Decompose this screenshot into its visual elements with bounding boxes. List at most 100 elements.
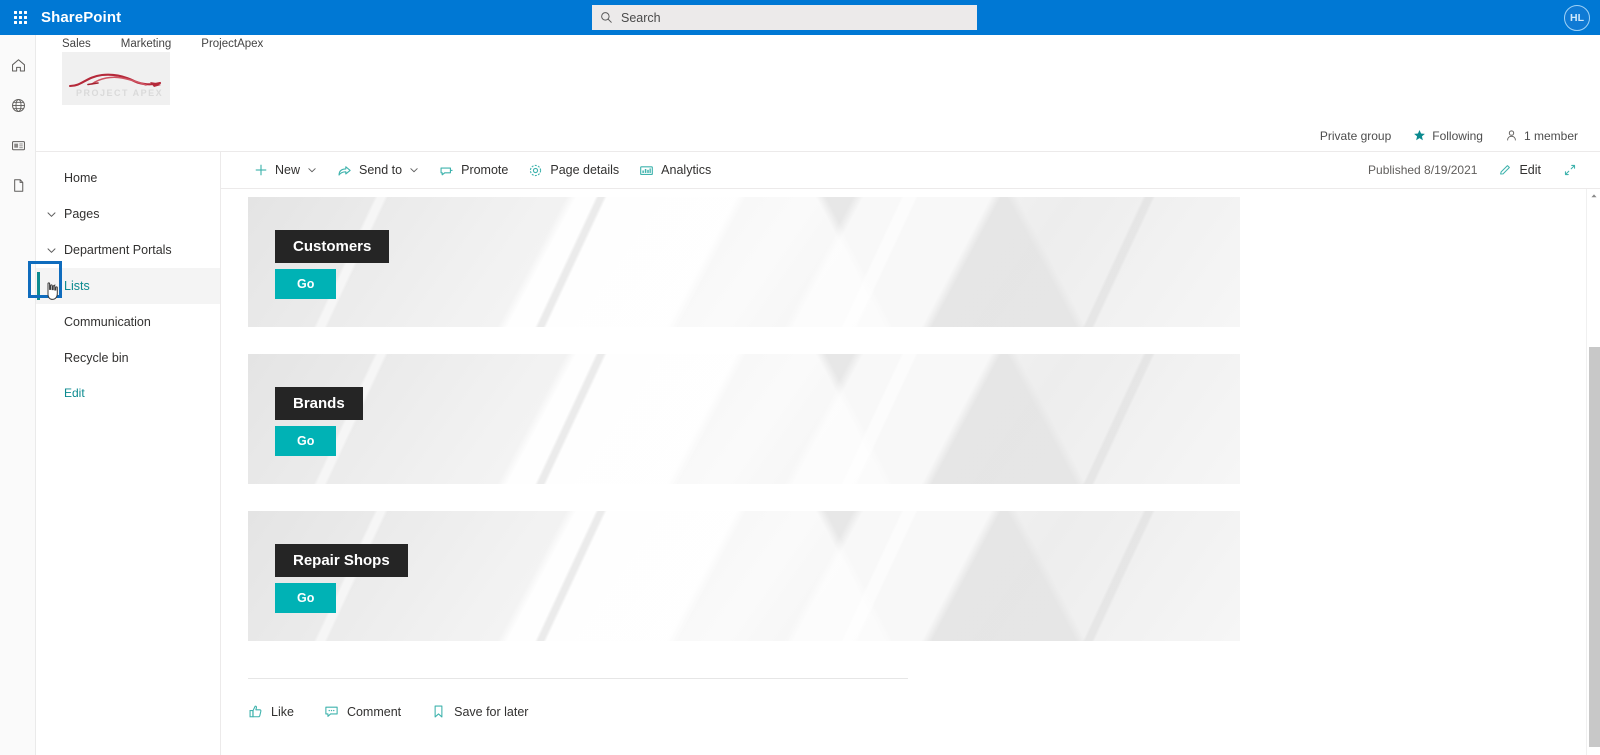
- promote-button-label: Promote: [461, 163, 509, 177]
- svg-text:PROJECT APEX: PROJECT APEX: [76, 88, 163, 98]
- nav-item-label: Communication: [64, 315, 151, 329]
- hero-card-title: Customers: [275, 230, 390, 263]
- hero-card-repair-shops[interactable]: Repair Shops Go: [248, 511, 1240, 641]
- thumbs-up-icon: [249, 705, 262, 718]
- search-input[interactable]: [621, 10, 969, 25]
- analytics-icon: [640, 165, 654, 175]
- site-tab-marketing[interactable]: Marketing: [121, 38, 172, 50]
- suite-bar: SharePoint HL: [0, 0, 1600, 35]
- comment-button[interactable]: Comment: [324, 704, 401, 719]
- hero-background-image: [248, 197, 1240, 327]
- nav-item-label: Lists: [64, 279, 90, 293]
- scrollbar-thumb[interactable]: [1589, 347, 1600, 747]
- privacy-label: Private group: [1320, 129, 1391, 143]
- rail-item-globe[interactable]: [0, 85, 36, 125]
- globe-icon: [11, 98, 25, 112]
- nav-item-home[interactable]: Home: [36, 160, 220, 196]
- avatar[interactable]: HL: [1564, 5, 1590, 31]
- comment-icon: [325, 706, 338, 717]
- app-rail: [0, 35, 36, 755]
- vertical-scrollbar[interactable]: [1586, 189, 1600, 755]
- chevron-down-icon: [410, 168, 418, 173]
- chevron-down-icon[interactable]: [42, 277, 60, 295]
- site-logo-car[interactable]: PROJECT APEX: [62, 52, 170, 105]
- waffle-grid: [13, 11, 27, 24]
- hero-card-brands[interactable]: Brands Go: [248, 354, 1240, 484]
- rail-item-news[interactable]: [0, 125, 36, 165]
- analytics-button[interactable]: Analytics: [630, 155, 720, 185]
- footer-divider: [248, 678, 908, 679]
- send-to-icon: [338, 165, 351, 176]
- nav-edit-link[interactable]: Edit: [36, 376, 220, 410]
- people-icon: [1507, 130, 1516, 141]
- home-icon: [11, 58, 25, 72]
- hero-go-button[interactable]: Go: [275, 583, 337, 613]
- selected-accent-bar: [37, 272, 40, 300]
- gear-icon: [530, 164, 542, 176]
- expand-diagonal-icon: [1564, 164, 1576, 176]
- site-tab-list: Sales Marketing ProjectApex: [62, 38, 263, 50]
- like-button[interactable]: Like: [248, 704, 294, 719]
- like-label: Like: [271, 704, 294, 719]
- nav-item-communication[interactable]: Communication: [36, 304, 220, 340]
- page-details-button[interactable]: Page details: [519, 155, 628, 185]
- nav-item-lists[interactable]: Lists: [36, 268, 220, 304]
- site-tab-sales[interactable]: Sales: [62, 38, 91, 50]
- expand-button[interactable]: [1554, 155, 1586, 185]
- page-details-button-label: Page details: [550, 163, 620, 177]
- new-button-label: New: [275, 163, 301, 177]
- site-tab-projectapex[interactable]: ProjectApex: [201, 38, 263, 50]
- members-button[interactable]: 1 member: [1505, 129, 1578, 143]
- edit-button-label: Edit: [1519, 163, 1541, 177]
- edit-button[interactable]: Edit: [1489, 155, 1550, 185]
- send-to-button-label: Send to: [359, 163, 403, 177]
- hero-background-image: [248, 354, 1240, 484]
- footer-actions: Like Comment Save for later: [248, 704, 528, 719]
- nav-item-label: Recycle bin: [64, 351, 129, 365]
- nav-item-recycle-bin[interactable]: Recycle bin: [36, 340, 220, 376]
- scrollbar-up-arrow[interactable]: [1587, 189, 1600, 203]
- search-box[interactable]: [592, 5, 977, 30]
- left-nav: Home Pages Department Portals Lists Comm…: [36, 152, 221, 755]
- site-info-bar: Private group Following 1 member: [36, 120, 1600, 152]
- promote-icon: [440, 167, 453, 175]
- published-status: Published 8/19/2021: [1368, 163, 1478, 177]
- nav-item-pages[interactable]: Pages: [36, 196, 220, 232]
- rail-item-home[interactable]: [0, 45, 36, 85]
- command-bar: New Send to Promote Page details Analyti…: [221, 152, 1600, 189]
- command-bar-left: New Send to Promote Page details Analyti…: [221, 155, 720, 185]
- command-bar-right: Published 8/19/2021 Edit: [1368, 155, 1600, 185]
- nav-item-label: Home: [64, 171, 98, 185]
- following-label: Following: [1432, 128, 1483, 143]
- hero-go-button[interactable]: Go: [275, 269, 337, 299]
- hero-go-button[interactable]: Go: [275, 426, 337, 456]
- hero-card-title: Brands: [275, 387, 363, 420]
- new-button[interactable]: New: [245, 155, 326, 185]
- send-to-button[interactable]: Send to: [328, 155, 428, 185]
- analytics-button-label: Analytics: [661, 163, 712, 177]
- chevron-down-icon[interactable]: [42, 205, 60, 223]
- bookmark-icon: [434, 705, 443, 718]
- page-canvas: Customers Go Brands Go Repair Shops Go L…: [221, 189, 1600, 755]
- sharepoint-brand[interactable]: SharePoint: [41, 9, 121, 26]
- privacy-text: Private group: [1319, 128, 1392, 143]
- plus-icon: [255, 164, 267, 176]
- hero-card-title: Repair Shops: [275, 544, 408, 577]
- document-icon: [13, 178, 23, 192]
- save-for-later-button[interactable]: Save for later: [431, 704, 528, 719]
- save-for-later-label: Save for later: [454, 704, 529, 719]
- nav-item-department-portals[interactable]: Department Portals: [36, 232, 220, 268]
- rail-item-documents[interactable]: [0, 165, 36, 205]
- comment-label: Comment: [346, 704, 402, 719]
- members-label: 1 member: [1523, 128, 1578, 143]
- following-button[interactable]: Following: [1413, 129, 1483, 143]
- waffle-menu-icon[interactable]: [0, 0, 40, 35]
- hero-card-customers[interactable]: Customers Go: [248, 197, 1240, 327]
- search-icon: [600, 11, 613, 24]
- chevron-down-icon: [308, 168, 316, 173]
- nav-item-label: Department Portals: [64, 243, 172, 257]
- nav-item-label: Pages: [64, 207, 100, 221]
- chevron-down-icon[interactable]: [42, 241, 60, 259]
- promote-button[interactable]: Promote: [430, 155, 517, 185]
- site-header: Sales Marketing ProjectApex PROJECT APEX: [36, 35, 1600, 120]
